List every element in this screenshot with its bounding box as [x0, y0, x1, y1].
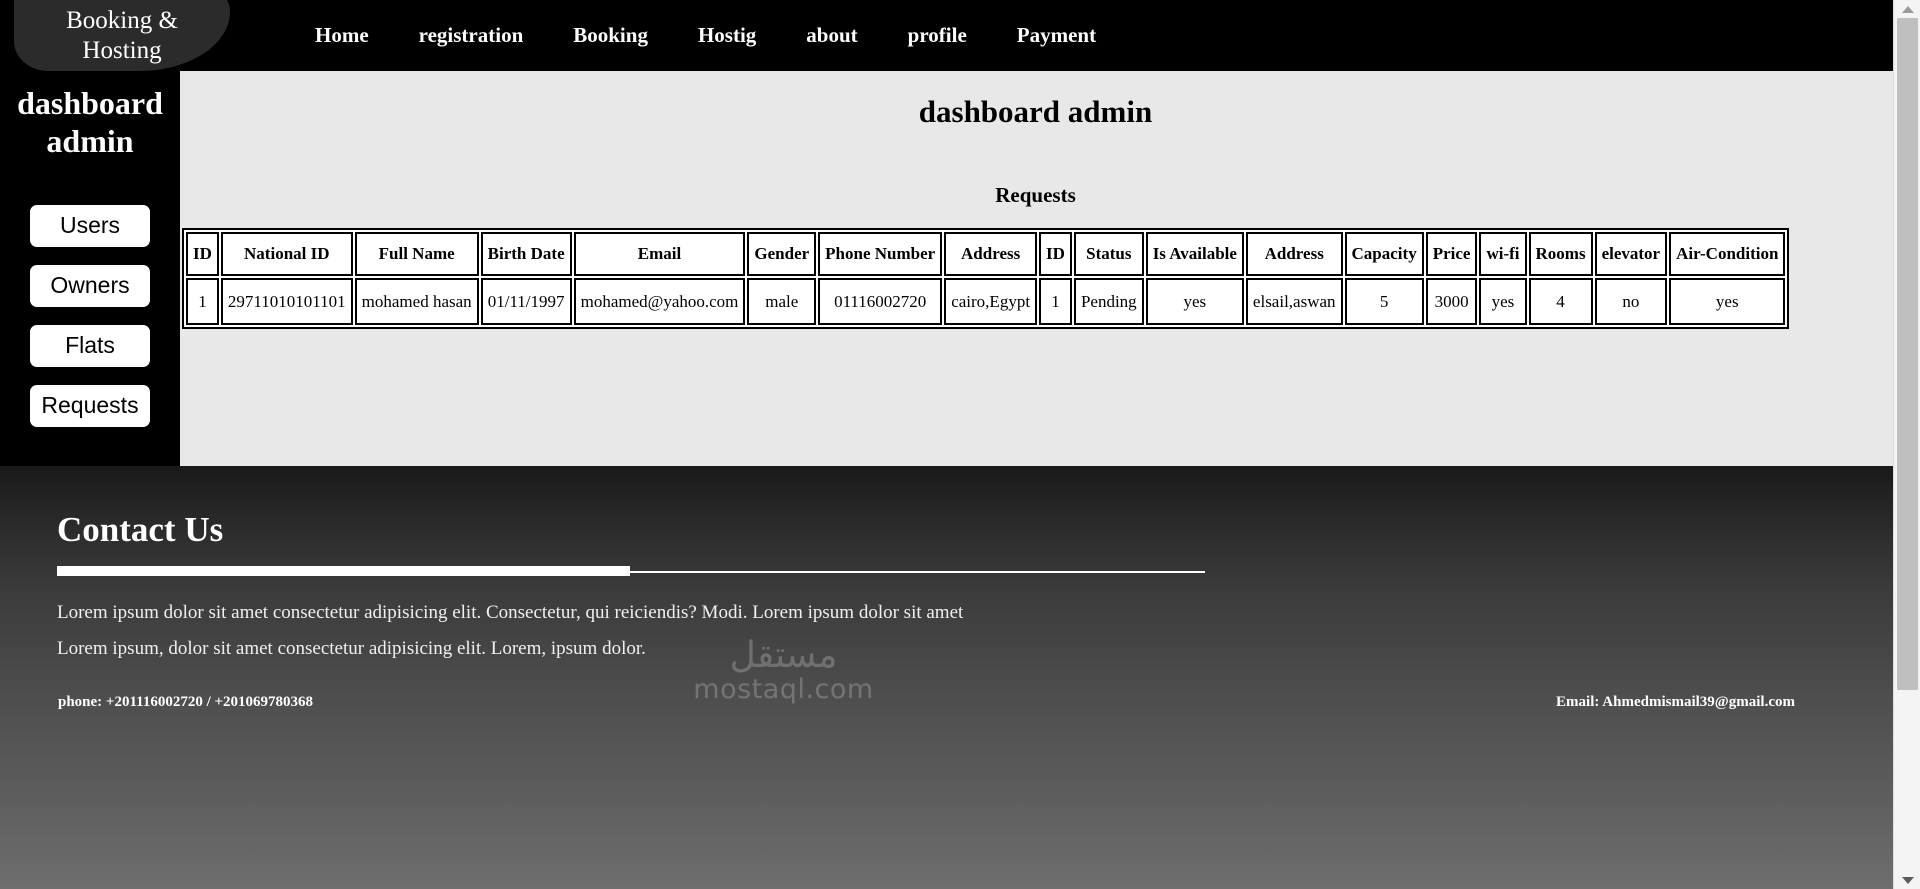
footer-email: Email: Ahmedmismail39@gmail.com: [1556, 694, 1795, 710]
table-header-cell: Full Name: [354, 232, 479, 276]
table-cell: yes: [1669, 278, 1786, 325]
footer-bottom-bar: phone: +201116002720 / +201069780368 Ema…: [0, 694, 1893, 889]
sidebar: dashboard admin Users Owners Flats Reque…: [0, 56, 180, 466]
requests-table-body: 1 29711010101101 mohamed hasan 01/11/1997 mo…: [186, 278, 1786, 325]
table-cell: cairo,Egypt: [944, 278, 1038, 325]
footer-paragraph-2: Lorem ipsum, dolor sit amet consectetur …: [57, 638, 646, 659]
table-header-cell: Capacity: [1344, 232, 1424, 276]
table-header-cell: Is Available: [1145, 232, 1244, 276]
table-cell: yes: [1479, 278, 1527, 325]
brand-line-2: Hosting: [82, 36, 162, 64]
table-header-cell: Phone Number: [818, 232, 943, 276]
requests-table-container: ID National ID Full Name Birth Date Email Gen…: [180, 228, 1893, 329]
footer-paragraph-1: Lorem ipsum dolor sit amet consectetur a…: [57, 602, 964, 623]
table-cell: elsail,aswan: [1245, 278, 1343, 325]
scroll-up-arrow-icon[interactable]: [1894, 0, 1920, 18]
table-header-cell: Address: [944, 232, 1038, 276]
table-cell: 1: [186, 278, 219, 325]
nav-link-about[interactable]: about: [781, 23, 882, 48]
table-cell: 01/11/1997: [480, 278, 572, 325]
sidebar-title-line-1: dashboard: [17, 85, 163, 121]
table-header-cell: wi-fi: [1479, 232, 1527, 276]
top-navbar: Booking & Hosting Home registration Book…: [0, 0, 1893, 71]
main-content: dashboard admin Requests ID National ID Fu…: [178, 56, 1893, 466]
table-header-cell: ID: [186, 232, 219, 276]
nav-link-payment[interactable]: Payment: [992, 23, 1121, 48]
table-header-cell: Status: [1073, 232, 1144, 276]
sidebar-item-users[interactable]: Users: [30, 204, 150, 247]
vertical-scrollbar[interactable]: [1893, 0, 1920, 889]
table-header-cell: National ID: [220, 232, 353, 276]
table-header-cell: Air-Condition: [1669, 232, 1786, 276]
table-cell: 3000: [1425, 278, 1478, 325]
requests-table-head: ID National ID Full Name Birth Date Email Gen…: [186, 232, 1786, 276]
table-header-cell: ID: [1039, 232, 1072, 276]
table-header-cell: Rooms: [1528, 232, 1593, 276]
nav-link-list: Home registration Booking Hostig about p…: [290, 0, 1121, 71]
footer-heading: Contact Us: [57, 510, 224, 549]
table-cell: 29711010101101: [220, 278, 353, 325]
page-title: dashboard admin: [918, 94, 1153, 129]
sidebar-button-list: Users Owners Flats Requests: [0, 204, 180, 427]
table-cell: 4: [1528, 278, 1593, 325]
sidebar-item-requests[interactable]: Requests: [30, 384, 150, 427]
app-root: Booking & Hosting Home registration Book…: [0, 0, 1920, 889]
table-header-row: ID National ID Full Name Birth Date Email Gen…: [186, 232, 1786, 276]
footer: Contact Us Lorem ipsum dolor sit amet co…: [0, 466, 1893, 889]
table-header-cell: Birth Date: [480, 232, 572, 276]
table-cell: no: [1594, 278, 1668, 325]
table-header-cell: Address: [1245, 232, 1343, 276]
sidebar-item-flats[interactable]: Flats: [30, 324, 150, 367]
table-cell: 5: [1344, 278, 1424, 325]
table-header-cell: Price: [1425, 232, 1478, 276]
watermark-arabic-text: مستقل: [729, 635, 838, 676]
brand-line-1: Booking &: [66, 7, 178, 34]
table-cell: 1: [1039, 278, 1072, 325]
table-cell: 01116002720: [818, 278, 943, 325]
sidebar-title-line-2: admin: [46, 123, 134, 160]
table-row: 1 29711010101101 mohamed hasan 01/11/1997 mo…: [186, 278, 1786, 325]
sidebar-item-owners[interactable]: Owners: [30, 264, 150, 307]
table-header-cell: Email: [573, 232, 746, 276]
brand-logo-text: Booking & Hosting: [37, 6, 207, 67]
nav-link-home[interactable]: Home: [290, 23, 394, 48]
nav-link-profile[interactable]: profile: [883, 23, 992, 48]
sidebar-title: dashboard admin: [0, 84, 180, 161]
table-header-cell: elevator: [1594, 232, 1668, 276]
table-cell: Pending: [1073, 278, 1144, 325]
table-cell: yes: [1145, 278, 1244, 325]
table-header-cell: Gender: [747, 232, 817, 276]
scroll-down-arrow-icon[interactable]: [1894, 871, 1920, 889]
nav-link-registration[interactable]: registration: [394, 23, 549, 48]
table-cell: male: [747, 278, 817, 325]
scrollbar-thumb[interactable]: [1897, 18, 1918, 690]
nav-link-booking[interactable]: Booking: [548, 23, 673, 48]
table-cell: mohamed@yahoo.com: [573, 278, 746, 325]
table-cell: mohamed hasan: [354, 278, 479, 325]
nav-link-hosting[interactable]: Hostig: [673, 23, 781, 48]
section-title: Requests: [995, 183, 1076, 207]
footer-phone: phone: +201116002720 / +201069780368: [58, 694, 314, 710]
requests-table: ID National ID Full Name Birth Date Email Gen…: [182, 228, 1790, 329]
brand-logo[interactable]: Booking & Hosting: [14, 0, 230, 71]
footer-divider-thick: [57, 566, 630, 576]
